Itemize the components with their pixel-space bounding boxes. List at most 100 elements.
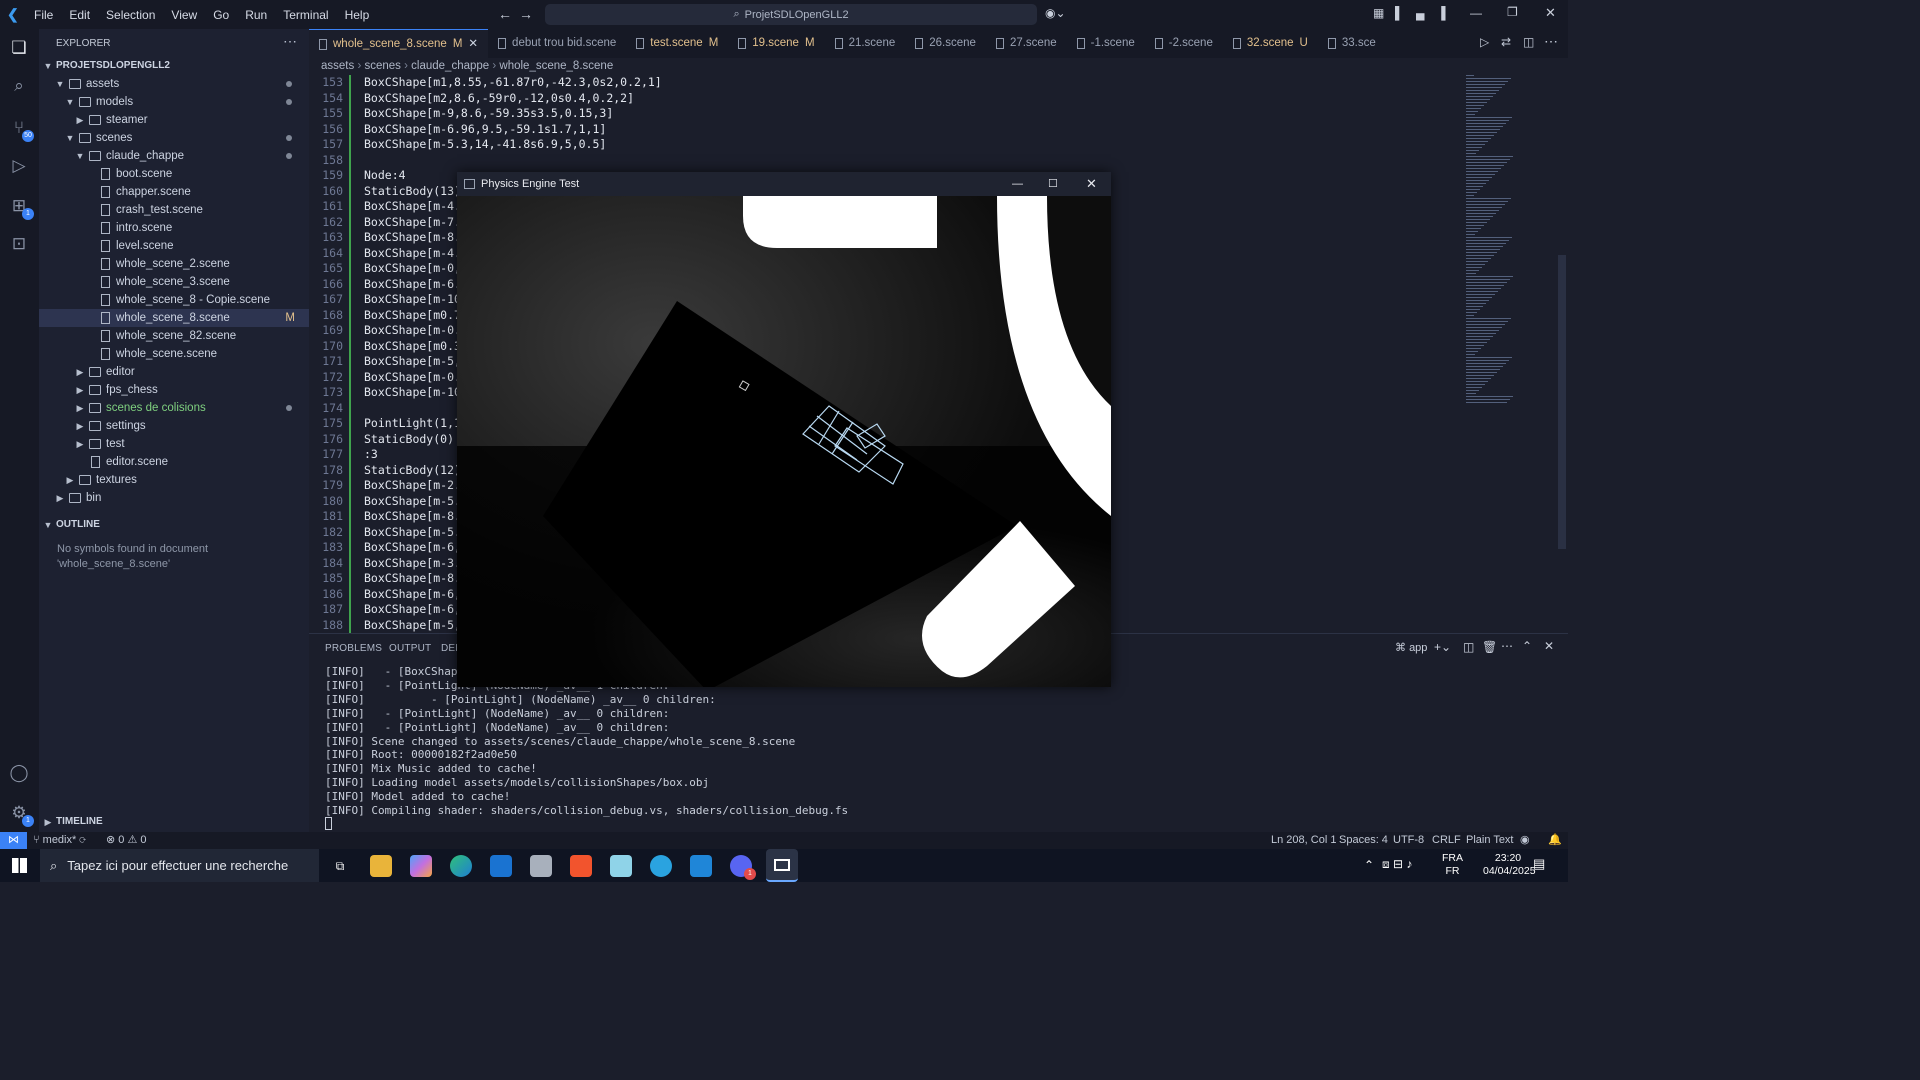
close-icon[interactable]: ✕ bbox=[1545, 5, 1556, 21]
editor-tab[interactable]: 32.scene U bbox=[1223, 29, 1318, 58]
restore-icon[interactable]: ❐ bbox=[1507, 5, 1518, 19]
notifications-icon[interactable]: 🔔 bbox=[1548, 832, 1562, 849]
forward-arrow-icon[interactable]: → bbox=[519, 6, 533, 22]
toggle-sidebar-icon[interactable]: ▌ bbox=[1395, 6, 1404, 20]
menu-help[interactable]: Help bbox=[337, 8, 378, 22]
tray-chevron-icon[interactable]: ⌃ bbox=[1364, 858, 1374, 872]
panel-tab-output[interactable]: OUTPUT bbox=[389, 643, 431, 654]
edge-icon[interactable] bbox=[450, 855, 472, 877]
folder-item[interactable]: ▼ models bbox=[39, 93, 309, 111]
windows-start-icon[interactable] bbox=[12, 858, 27, 873]
editor-tab[interactable]: 19.scene M bbox=[728, 29, 824, 58]
code-line[interactable]: BoxCShape[m-2.6 bbox=[364, 478, 468, 494]
problems-indicator[interactable]: ⊗ 0 ⚠ 0 bbox=[106, 832, 147, 849]
code-line[interactable]: BoxCShape[m-8.5 bbox=[364, 230, 468, 246]
editor-tab[interactable]: test.scene M bbox=[626, 29, 728, 58]
folder-item[interactable]: ▶ bin bbox=[39, 489, 309, 507]
copilot-app-icon[interactable] bbox=[410, 855, 432, 877]
code-line[interactable]: BoxCShape[m-6,- bbox=[364, 602, 468, 618]
code-line[interactable]: BoxCShape[m-5.5 bbox=[364, 494, 468, 510]
remote-indicator[interactable]: ⋈ bbox=[0, 832, 27, 849]
split-editor-icon[interactable]: ◫ bbox=[1523, 35, 1534, 49]
taskbar-search[interactable]: ⌕ Tapez ici pour effectuer une recherche bbox=[40, 849, 319, 882]
breadcrumb-item[interactable]: scenes bbox=[364, 60, 400, 72]
folder-item[interactable]: ▶ editor bbox=[39, 363, 309, 381]
code-line[interactable]: BoxCShape[m0.7, bbox=[364, 308, 468, 324]
code-line[interactable]: BoxCShape[m-3.1 bbox=[364, 556, 468, 572]
file-item[interactable]: level.scene bbox=[39, 237, 309, 255]
code-line[interactable]: BoxCShape[m-0,0 bbox=[364, 261, 468, 277]
layout-customize-icon[interactable]: ▦ bbox=[1373, 6, 1384, 20]
more-actions-icon[interactable]: ⋯ bbox=[1544, 33, 1558, 50]
code-line[interactable]: BoxCShape[m-5,- bbox=[364, 354, 468, 370]
account-icon[interactable]: ◯ bbox=[8, 762, 30, 784]
folder-item[interactable]: ▼ scenes bbox=[39, 129, 309, 147]
code-line[interactable]: PointLight(1,1, bbox=[364, 416, 468, 432]
folder-item[interactable]: ▶ textures bbox=[39, 471, 309, 489]
editor-tab[interactable]: 26.scene bbox=[905, 29, 986, 58]
outline-section-header[interactable]: ▼ OUTLINE bbox=[39, 516, 309, 534]
file-item[interactable]: crash_test.scene bbox=[39, 201, 309, 219]
minimap[interactable] bbox=[1460, 75, 1560, 633]
tray-app-icons[interactable]: ⧈ ⊟ ♪ bbox=[1382, 857, 1412, 872]
back-arrow-icon[interactable]: ← bbox=[498, 6, 512, 22]
input-language[interactable]: FRA FR bbox=[1442, 852, 1463, 878]
explorer-more-icon[interactable]: ⋯ bbox=[283, 33, 297, 50]
file-item[interactable]: whole_scene_2.scene bbox=[39, 255, 309, 273]
new-terminal-icon[interactable]: +⌄ bbox=[1434, 640, 1451, 654]
code-line[interactable]: BoxCShape[m-7.7 bbox=[364, 215, 468, 231]
physics-window-titlebar[interactable]: Physics Engine Test — ☐ ✕ bbox=[457, 172, 1111, 196]
scrollbar[interactable] bbox=[1556, 75, 1568, 633]
menu-go[interactable]: Go bbox=[205, 8, 237, 22]
app-window-taskbar-icon[interactable] bbox=[766, 849, 798, 882]
editor-tab[interactable]: 27.scene bbox=[986, 29, 1067, 58]
code-line[interactable]: StaticBody(0) bbox=[364, 432, 454, 448]
file-item[interactable]: whole_scene.scene bbox=[39, 345, 309, 363]
code-line[interactable]: BoxCShape[m-0.9 bbox=[364, 323, 468, 339]
breadcrumb-item[interactable]: claude_chappe bbox=[411, 60, 489, 72]
code-line[interactable]: BoxCShape[m-6,- bbox=[364, 587, 468, 603]
menu-file[interactable]: File bbox=[26, 8, 61, 22]
notification-center-icon[interactable]: ▤ bbox=[1533, 856, 1545, 872]
kill-terminal-icon[interactable]: 🗑 bbox=[1482, 640, 1497, 654]
scrollbar-thumb[interactable] bbox=[1558, 255, 1566, 549]
remote-explorer-icon[interactable]: ⊡ bbox=[8, 233, 30, 255]
telegram-icon[interactable] bbox=[650, 855, 672, 877]
physics-close-icon[interactable]: ✕ bbox=[1086, 172, 1097, 196]
code-line[interactable]: BoxCShape[m-6.9 bbox=[364, 277, 468, 293]
editor-tab[interactable]: -2.scene bbox=[1145, 29, 1223, 58]
code-line[interactable]: BoxCShape[m-10. bbox=[364, 292, 468, 308]
minimize-icon[interactable]: — bbox=[1470, 6, 1482, 20]
physics-engine-window[interactable]: Physics Engine Test — ☐ ✕ bbox=[457, 172, 1111, 687]
run-icon[interactable]: ▷ bbox=[1480, 35, 1489, 49]
project-root[interactable]: ▼ PROJETSDLOPENGLL2 bbox=[39, 57, 309, 75]
code-line[interactable]: BoxCShape[m-10. bbox=[364, 385, 468, 401]
physics-minimize-icon[interactable]: — bbox=[1012, 172, 1023, 196]
menu-terminal[interactable]: Terminal bbox=[275, 8, 336, 22]
code-line[interactable]: Node:4 bbox=[364, 168, 406, 184]
cursor-position[interactable]: Ln 208, Col 1 bbox=[1271, 832, 1336, 849]
maximize-panel-icon[interactable]: ⌃ bbox=[1522, 639, 1532, 653]
code-line[interactable]: BoxCShape[m-5.8 bbox=[364, 525, 468, 541]
menu-edit[interactable]: Edit bbox=[61, 8, 98, 22]
discord-icon[interactable]: 1 bbox=[730, 855, 756, 880]
editor-tab[interactable]: 33.sce bbox=[1318, 29, 1386, 58]
close-panel-icon[interactable]: ✕ bbox=[1544, 639, 1554, 653]
menu-selection[interactable]: Selection bbox=[98, 8, 163, 22]
language-mode[interactable]: Plain Text bbox=[1466, 832, 1514, 849]
physics-maximize-icon[interactable]: ☐ bbox=[1048, 172, 1058, 196]
extensions-icon[interactable]: ⊞ 1 bbox=[8, 195, 34, 220]
folder-item[interactable]: ▼ claude_chappe bbox=[39, 147, 309, 165]
editor-tab[interactable]: -1.scene bbox=[1067, 29, 1145, 58]
panel-tab-problems[interactable]: PROBLEMS bbox=[325, 643, 382, 654]
file-item[interactable]: intro.scene bbox=[39, 219, 309, 237]
editor-tab[interactable]: whole_scene_8.scene M ✕ bbox=[309, 29, 489, 58]
source-control-icon[interactable]: ⑂ 50 bbox=[8, 117, 34, 142]
file-explorer-icon[interactable] bbox=[370, 855, 392, 877]
code-line[interactable]: BoxCShape[m-5.3,14,-41.8s6.9,5,0.5] bbox=[364, 137, 606, 153]
copilot-status-icon[interactable]: ◉ bbox=[1520, 832, 1530, 849]
task-view-icon[interactable]: ⧉ bbox=[329, 855, 351, 877]
code-line[interactable]: BoxCShape[m-8.5 bbox=[364, 509, 468, 525]
files-app-icon[interactable] bbox=[530, 855, 552, 877]
brave-icon[interactable] bbox=[570, 855, 592, 877]
